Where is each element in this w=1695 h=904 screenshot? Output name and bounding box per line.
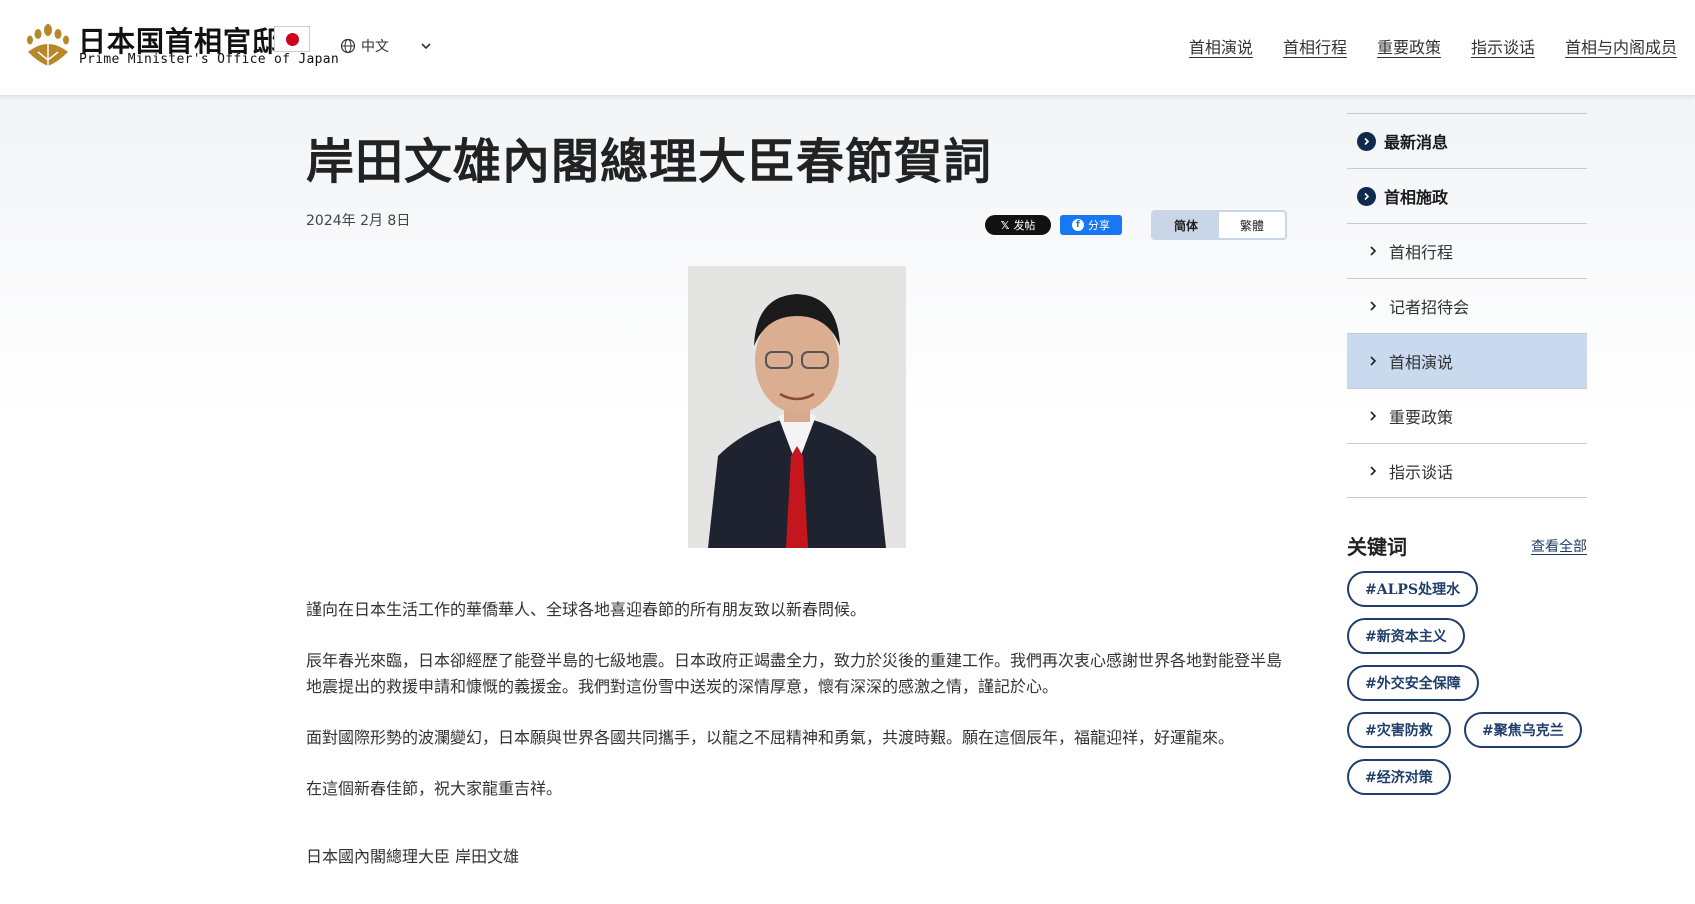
keywords-heading: 关键词 (1347, 535, 1407, 559)
nav-directives[interactable]: 指示谈话 (1471, 34, 1535, 58)
share-facebook-button[interactable]: f 分享 (1060, 215, 1122, 235)
share-x-label: 发帖 (1013, 219, 1036, 232)
nav-speeches[interactable]: 首相演说 (1189, 34, 1253, 58)
language-selector[interactable]: 中文 (340, 34, 433, 58)
chevron-right-icon (1370, 246, 1377, 256)
chevron-right-icon (1370, 465, 1377, 476)
page-title: 岸田文雄內閣總理大臣春節賀詞 (306, 134, 993, 190)
chevron-right-icon (1370, 411, 1377, 421)
script-toggle: 简体 繁體 (1151, 210, 1287, 240)
language-label: 中文 (361, 39, 389, 55)
sidebar-item-label: 记者招待会 (1389, 298, 1470, 317)
prime-minister-portrait (688, 266, 906, 548)
chevron-right-icon (1370, 301, 1377, 311)
main-nav: 首相演说 首相行程 重要政策 指示谈话 首相与内阁成员 (1189, 34, 1677, 58)
x-logo-icon: 𝕏 (1000, 218, 1010, 232)
keyword-tag[interactable]: #灾害防救 (1347, 712, 1451, 748)
publish-date: 2024年 2月 8日 (306, 213, 411, 229)
sidebar-item-directives[interactable]: 指示谈话 (1347, 443, 1587, 498)
article-paragraph: 面對國際形勢的波瀾變幻，日本願與世界各國共同攜手，以龍之不屈精神和勇氣，共渡時艱… (306, 728, 1235, 747)
site-header: 日本国首相官邸 Prime Minister's Office of Japan… (0, 0, 1695, 96)
sidebar-item-latest-news[interactable]: 最新消息 (1347, 113, 1587, 168)
article-paragraph: 辰年春光來臨，日本卻經歷了能登半島的七級地震。日本政府正竭盡全力，致力於災後的重… (306, 651, 1283, 696)
sidebar-item-press-conferences[interactable]: 记者招待会 (1347, 278, 1587, 333)
keyword-tag[interactable]: #经济对策 (1347, 759, 1451, 795)
paulownia-emblem-icon (27, 24, 69, 66)
japan-flag-icon (274, 26, 310, 52)
chevron-right-icon (1370, 356, 1377, 366)
sidebar-item-schedule[interactable]: 首相行程 (1347, 223, 1587, 278)
facebook-icon: f (1072, 219, 1084, 231)
share-fb-label: 分享 (1088, 219, 1110, 232)
portrait-image (688, 266, 906, 548)
chevron-down-icon[interactable] (419, 39, 433, 53)
sidebar-item-key-policies[interactable]: 重要政策 (1347, 388, 1587, 443)
chevron-circle-icon (1357, 131, 1376, 151)
nav-cabinet[interactable]: 首相与内阁成员 (1565, 34, 1677, 58)
article-paragraph: 在這個新春佳節，祝大家龍重吉祥。 (306, 779, 563, 798)
keyword-tag[interactable]: #新资本主义 (1347, 618, 1465, 654)
sidebar-item-speeches[interactable]: 首相演说 (1347, 333, 1587, 388)
sidebar-item-label: 重要政策 (1389, 408, 1454, 427)
sidebar-item-label: 最新消息 (1384, 133, 1449, 152)
keyword-tag[interactable]: #ALPS处理水 (1347, 571, 1479, 607)
simplified-chinese-button[interactable]: 简体 (1153, 212, 1219, 238)
site-logo[interactable]: 日本国首相官邸 Prime Minister's Office of Japan (24, 20, 339, 72)
view-all-keywords-link[interactable]: 查看全部 (1531, 536, 1587, 556)
sidebar-item-label: 首相行程 (1389, 243, 1454, 262)
chevron-circle-icon (1357, 186, 1376, 206)
keyword-tag[interactable]: #外交安全保障 (1347, 665, 1479, 701)
article-paragraph: 謹向在日本生活工作的華僑華人、全球各地喜迎春節的所有朋友致以新春問候。 (306, 600, 867, 619)
logo-subtitle: Prime Minister's Office of Japan (79, 52, 340, 67)
sidebar-nav: 最新消息 首相施政 首相行程 记者招待会 首相演说 重要政策 指示谈话 (1347, 113, 1587, 498)
globe-icon (340, 38, 356, 54)
sidebar-item-pm-policies[interactable]: 首相施政 (1347, 168, 1587, 223)
traditional-chinese-button[interactable]: 繁體 (1219, 212, 1285, 238)
sidebar-item-label: 指示谈话 (1389, 462, 1454, 482)
nav-schedule[interactable]: 首相行程 (1283, 34, 1347, 58)
nav-policies[interactable]: 重要政策 (1377, 34, 1441, 58)
share-x-button[interactable]: 𝕏 发帖 (985, 215, 1051, 235)
sidebar-item-label: 首相演说 (1389, 353, 1454, 372)
sidebar-item-label: 首相施政 (1384, 188, 1449, 207)
article-signature: 日本國內閣總理大臣 岸田文雄 (306, 847, 520, 866)
keyword-tag[interactable]: #聚焦乌克兰 (1464, 712, 1582, 748)
